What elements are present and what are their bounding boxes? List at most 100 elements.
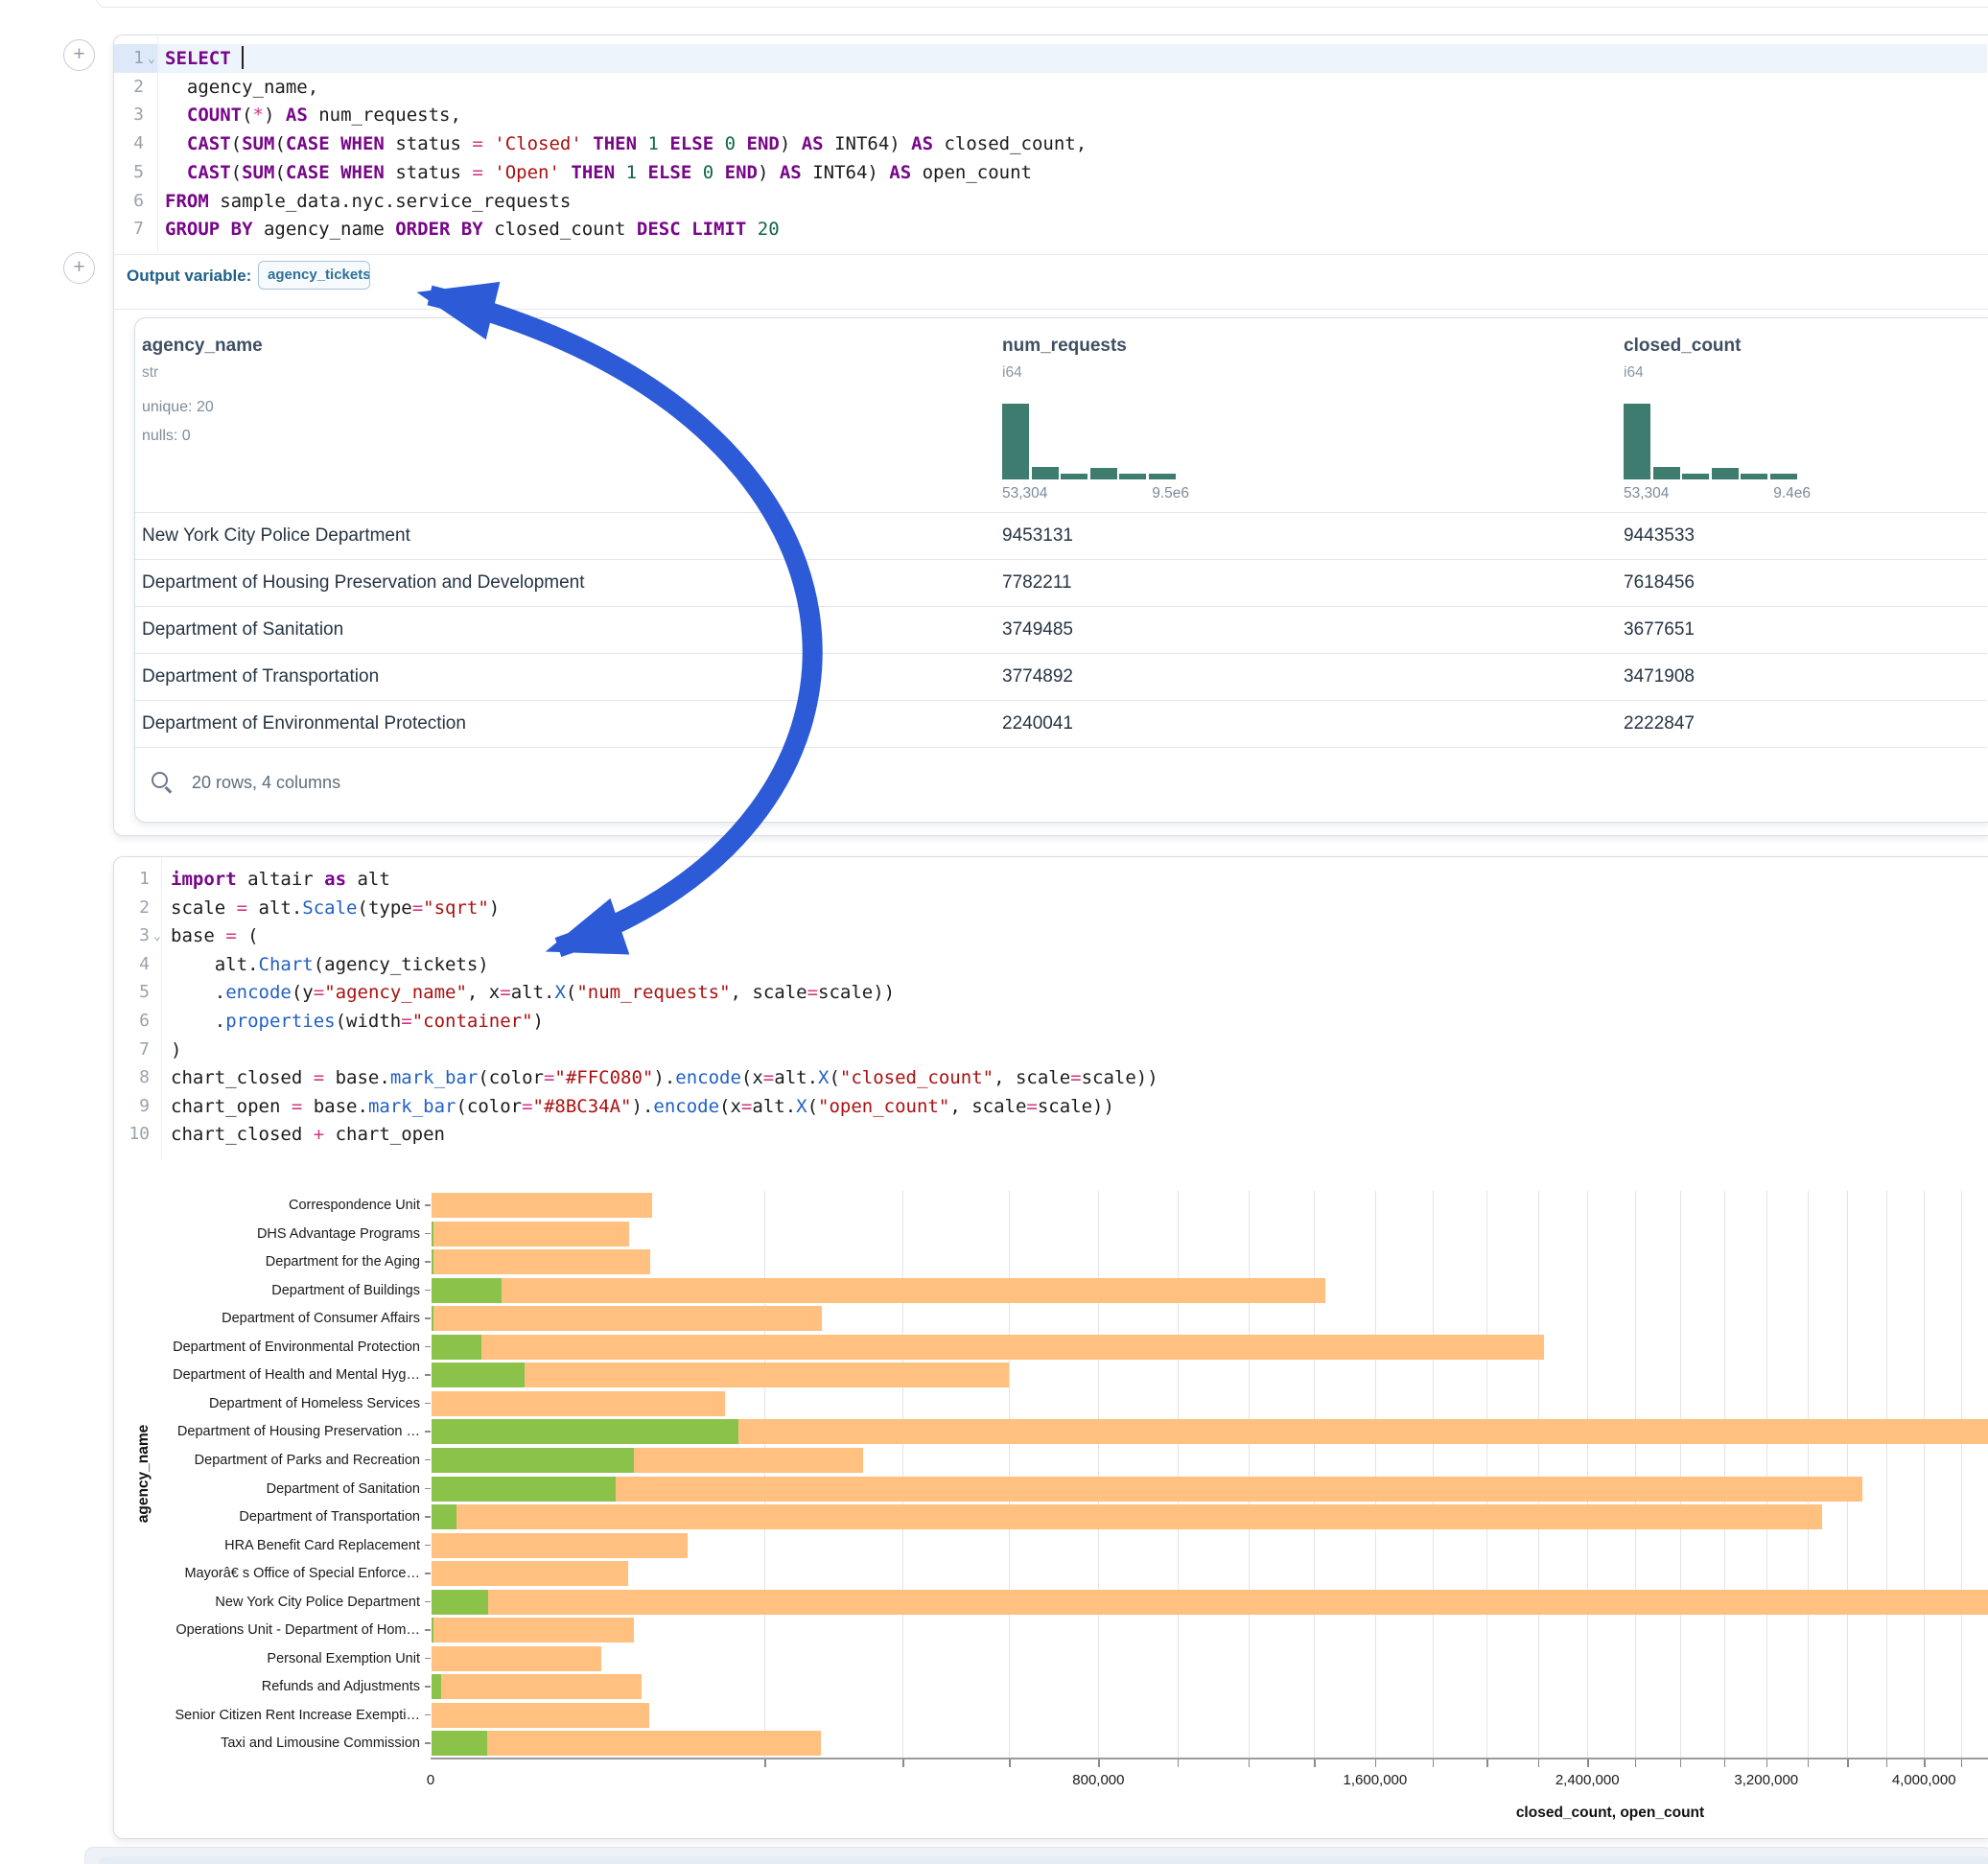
column-header-num_requests[interactable]: num_requests: [1002, 336, 1127, 357]
bar-closed-count: [432, 1249, 650, 1274]
chart-gridline: [1314, 1191, 1315, 1758]
code-text: scale = alt.Scale(type="sqrt"): [171, 894, 500, 922]
table-cell[interactable]: 3774892: [1002, 666, 1073, 687]
bar-open-count: [432, 1590, 488, 1615]
chart-gridline: [1808, 1191, 1809, 1758]
code-text: CAST(SUM(CASE WHEN status = 'Closed' THE…: [165, 129, 1087, 158]
code-line: 5 .encode(y="agency_name", x=alt.X("num_…: [0, 978, 1988, 1007]
y-axis-label: Department of Health and Mental Hyg…: [136, 1367, 420, 1383]
x-axis-tick-label: 4,000,000: [1866, 1772, 1981, 1788]
table-cell[interactable]: 7782211: [1002, 572, 1072, 594]
fold-chevron-icon[interactable]: ⌄: [153, 922, 161, 951]
code-text: ): [171, 1036, 181, 1064]
y-axis-label: HRA Benefit Card Replacement: [136, 1538, 420, 1553]
histogram-bar: [1741, 474, 1767, 479]
y-axis-tick: [425, 1545, 431, 1547]
bar-open-count: [432, 1419, 738, 1444]
line-number: 7: [105, 1036, 150, 1064]
table-row-separator: [135, 559, 1987, 560]
table-cell[interactable]: 2240041: [1002, 713, 1073, 734]
table-cell[interactable]: 3677651: [1624, 619, 1695, 641]
bar-open-count: [432, 1731, 487, 1756]
bar-closed-count: [432, 1193, 652, 1218]
y-axis-label: Senior Citizen Rent Increase Exempti…: [136, 1708, 420, 1723]
bar-closed-count: [432, 1504, 1822, 1529]
y-axis-tick: [425, 1714, 431, 1716]
code-text: base = (: [171, 921, 259, 950]
histogram-bar: [1090, 468, 1117, 479]
x-axis-tick: [1098, 1759, 1100, 1767]
code-text: FROM sample_data.nyc.service_requests: [165, 187, 571, 216]
y-axis-label: Refunds and Adjustments: [136, 1679, 420, 1694]
chart-gridline: [1766, 1191, 1767, 1758]
chart-gridline: [764, 1191, 765, 1758]
table-cell[interactable]: New York City Police Department: [142, 525, 410, 547]
line-number: 6: [105, 1007, 150, 1036]
column-header-agency_name[interactable]: agency_name: [142, 336, 263, 357]
histogram-bar: [1032, 467, 1059, 479]
y-axis-label: Department of Sanitation: [136, 1481, 420, 1497]
y-axis-label: Department of Parks and Recreation: [136, 1453, 420, 1468]
output-table-divider: [114, 309, 1988, 310]
column-histogram: [1002, 404, 1178, 479]
chart-gridline: [1249, 1191, 1250, 1758]
x-axis-tick: [1766, 1759, 1768, 1767]
line-number: 1: [100, 44, 144, 73]
bar-open-count: [432, 1249, 433, 1274]
bar-closed-count: [432, 1391, 725, 1416]
chart-gridline: [1680, 1191, 1681, 1758]
table-cell[interactable]: 3749485: [1002, 619, 1073, 641]
table-row-separator: [135, 747, 1987, 748]
table-row-separator: [135, 700, 1987, 701]
output-variable-input[interactable]: agency_tickets: [258, 261, 370, 290]
fold-chevron-icon[interactable]: ⌄: [148, 45, 155, 74]
sql-output-divider: [114, 254, 1988, 255]
table-cell[interactable]: 9443533: [1624, 525, 1695, 547]
table-cell[interactable]: Department of Sanitation: [142, 619, 343, 641]
y-axis-label: Taxi and Limousine Commission: [136, 1736, 420, 1751]
y-axis-tick: [425, 1601, 431, 1603]
table-cell[interactable]: Department of Housing Preservation and D…: [142, 572, 585, 594]
chart-gridline: [1098, 1191, 1099, 1758]
code-line: 9chart_open = base.mark_bar(color="#8BC3…: [0, 1092, 1988, 1121]
bar-closed-count: [432, 1335, 1544, 1360]
code-text: GROUP BY agency_name ORDER BY closed_cou…: [165, 215, 780, 244]
table-cell[interactable]: 2222847: [1624, 713, 1695, 734]
line-number: 9: [105, 1092, 150, 1121]
chart-gridline: [1635, 1191, 1636, 1758]
bar-open-count: [432, 1504, 456, 1529]
table-cell[interactable]: Department of Transportation: [142, 666, 379, 687]
x-axis-tick-label: 2,400,000: [1530, 1772, 1645, 1788]
code-line: 3⌄base = (: [0, 921, 1988, 950]
y-axis-label: Department of Homeless Services: [136, 1396, 420, 1411]
code-line: 7): [0, 1036, 1988, 1064]
x-axis-tick: [1635, 1759, 1637, 1767]
bar-open-count: [432, 1363, 525, 1387]
y-axis-tick: [425, 1658, 431, 1660]
y-axis-tick: [425, 1431, 431, 1433]
x-axis-tick: [1538, 1759, 1540, 1767]
chart-gridline: [1724, 1191, 1725, 1758]
y-axis-label: DHS Advantage Programs: [136, 1226, 420, 1242]
code-text: .encode(y="agency_name", x=alt.X("num_re…: [171, 978, 895, 1007]
table-search-icon[interactable]: [152, 772, 168, 788]
column-header-closed_count[interactable]: closed_count: [1624, 336, 1741, 357]
table-cell[interactable]: 3471908: [1624, 666, 1695, 687]
bar-open-count: [432, 1335, 481, 1360]
output-variable-label: Output variable:: [127, 267, 251, 286]
code-text: agency_name,: [165, 73, 318, 102]
histogram-max-label: 9.4e6: [1715, 485, 1811, 502]
table-cell[interactable]: 7618456: [1624, 572, 1695, 594]
histogram-min-label: 53,304: [1002, 485, 1047, 502]
table-cell[interactable]: 9453131: [1002, 525, 1073, 547]
column-type: i64: [1002, 364, 1022, 382]
add-cell-button-middle[interactable]: +: [63, 252, 95, 284]
histogram-bar: [1061, 474, 1088, 479]
y-axis-tick: [425, 1629, 431, 1631]
code-text: SELECT: [165, 44, 244, 73]
x-axis-tick-label: 3,200,000: [1709, 1772, 1824, 1788]
line-number: 5: [105, 978, 150, 1007]
bar-closed-count: [432, 1306, 822, 1331]
table-cell[interactable]: Department of Environmental Protection: [142, 713, 466, 734]
x-axis-tick-label: 0: [373, 1772, 488, 1788]
